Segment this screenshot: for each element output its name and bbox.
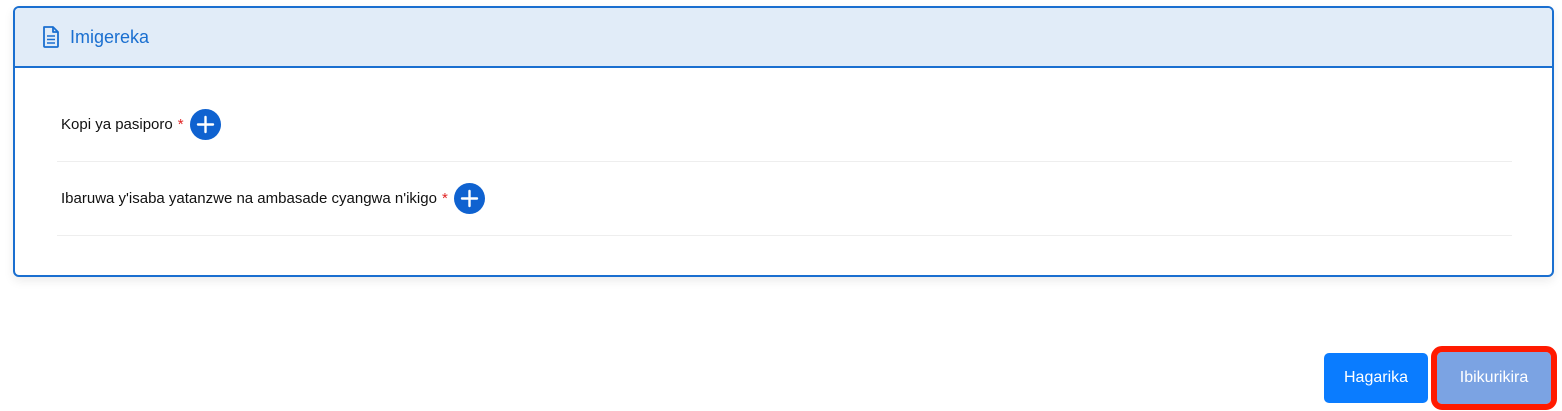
next-button[interactable]: Ibikurikira	[1431, 346, 1557, 410]
documents-list: Kopi ya pasiporo * Ibaruwa y'isaba yatan…	[15, 88, 1552, 236]
required-marker: *	[441, 190, 448, 207]
plus-circle-icon	[196, 115, 214, 134]
document-row-passport: Kopi ya pasiporo *	[57, 88, 1512, 162]
document-row-request-letter: Ibaruwa y'isaba yatanzwe na ambasade cya…	[57, 162, 1512, 236]
document-icon	[42, 26, 60, 48]
attachments-header: Imigereka	[15, 8, 1552, 68]
add-passport-button[interactable]	[189, 109, 221, 140]
cancel-button[interactable]: Hagarika	[1324, 353, 1428, 403]
plus-circle-icon	[460, 189, 478, 208]
document-label: Ibaruwa y'isaba yatanzwe na ambasade cya…	[61, 190, 437, 207]
add-request-letter-button[interactable]	[453, 183, 485, 214]
section-title: Imigereka	[70, 26, 150, 47]
required-marker: *	[177, 116, 184, 133]
document-label: Kopi ya pasiporo	[61, 116, 173, 133]
attachments-card: Imigereka Kopi ya pasiporo * Ibaruwa y'i…	[13, 6, 1554, 277]
